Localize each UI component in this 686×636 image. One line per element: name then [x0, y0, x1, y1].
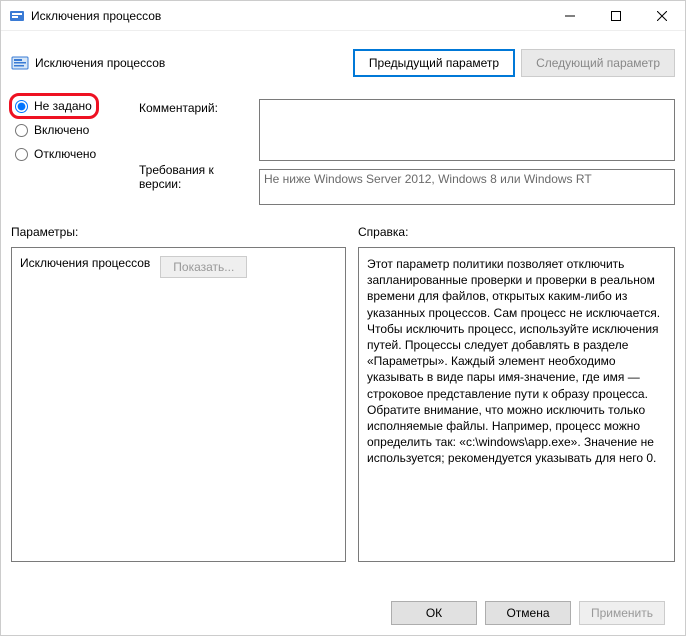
close-button[interactable]	[639, 1, 685, 31]
radio-not-configured[interactable]: Не задано	[15, 99, 129, 113]
options-heading: Параметры:	[11, 225, 346, 239]
comment-label: Комментарий:	[139, 101, 249, 115]
radio-disabled-input[interactable]	[15, 148, 28, 161]
options-panel: Исключения процессов Показать...	[11, 247, 346, 562]
radio-not-configured-input[interactable]	[15, 100, 28, 113]
state-radio-group: Не задано Включено Отключено	[11, 99, 129, 205]
radio-enabled-input[interactable]	[15, 124, 28, 137]
upper-grid: Не задано Включено Отключено Комментарий…	[11, 99, 675, 205]
radio-disabled-label: Отключено	[34, 147, 96, 161]
maximize-button[interactable]	[593, 1, 639, 31]
field-values-column	[259, 99, 675, 205]
section-headings: Параметры: Справка:	[11, 225, 675, 239]
header-row: Исключения процессов Предыдущий параметр…	[11, 41, 675, 85]
apply-button[interactable]: Применить	[579, 601, 665, 625]
field-labels-column: Комментарий: Требования к версии:	[139, 99, 249, 205]
show-button[interactable]: Показать...	[160, 256, 247, 278]
dialog-footer: ОК Отмена Применить	[11, 591, 675, 635]
header-subtitle: Исключения процессов	[35, 56, 347, 70]
minimize-button[interactable]	[547, 1, 593, 31]
supported-label: Требования к версии:	[139, 163, 249, 191]
previous-setting-button[interactable]: Предыдущий параметр	[353, 49, 515, 77]
dialog-window: Исключения процессов Исключения процессо…	[0, 0, 686, 636]
help-heading: Справка:	[358, 225, 675, 239]
radio-disabled[interactable]: Отключено	[15, 147, 129, 161]
title-bar: Исключения процессов	[1, 1, 685, 31]
policy-icon	[11, 54, 29, 72]
radio-enabled-label: Включено	[34, 123, 89, 137]
help-text: Этот параметр политики позволяет отключи…	[367, 257, 660, 465]
supported-field	[259, 169, 675, 205]
content-area: Исключения процессов Предыдущий параметр…	[1, 31, 685, 635]
radio-enabled[interactable]: Включено	[15, 123, 129, 137]
window-title: Исключения процессов	[31, 9, 547, 23]
comment-field[interactable]	[259, 99, 675, 161]
panels-row: Исключения процессов Показать... Этот па…	[11, 247, 675, 591]
help-panel[interactable]: Этот параметр политики позволяет отключи…	[358, 247, 675, 562]
options-item-label: Исключения процессов	[20, 256, 150, 270]
app-icon	[9, 8, 25, 24]
cancel-button[interactable]: Отмена	[485, 601, 571, 625]
ok-button[interactable]: ОК	[391, 601, 477, 625]
radio-not-configured-label: Не задано	[34, 99, 92, 113]
next-setting-button[interactable]: Следующий параметр	[521, 49, 675, 77]
